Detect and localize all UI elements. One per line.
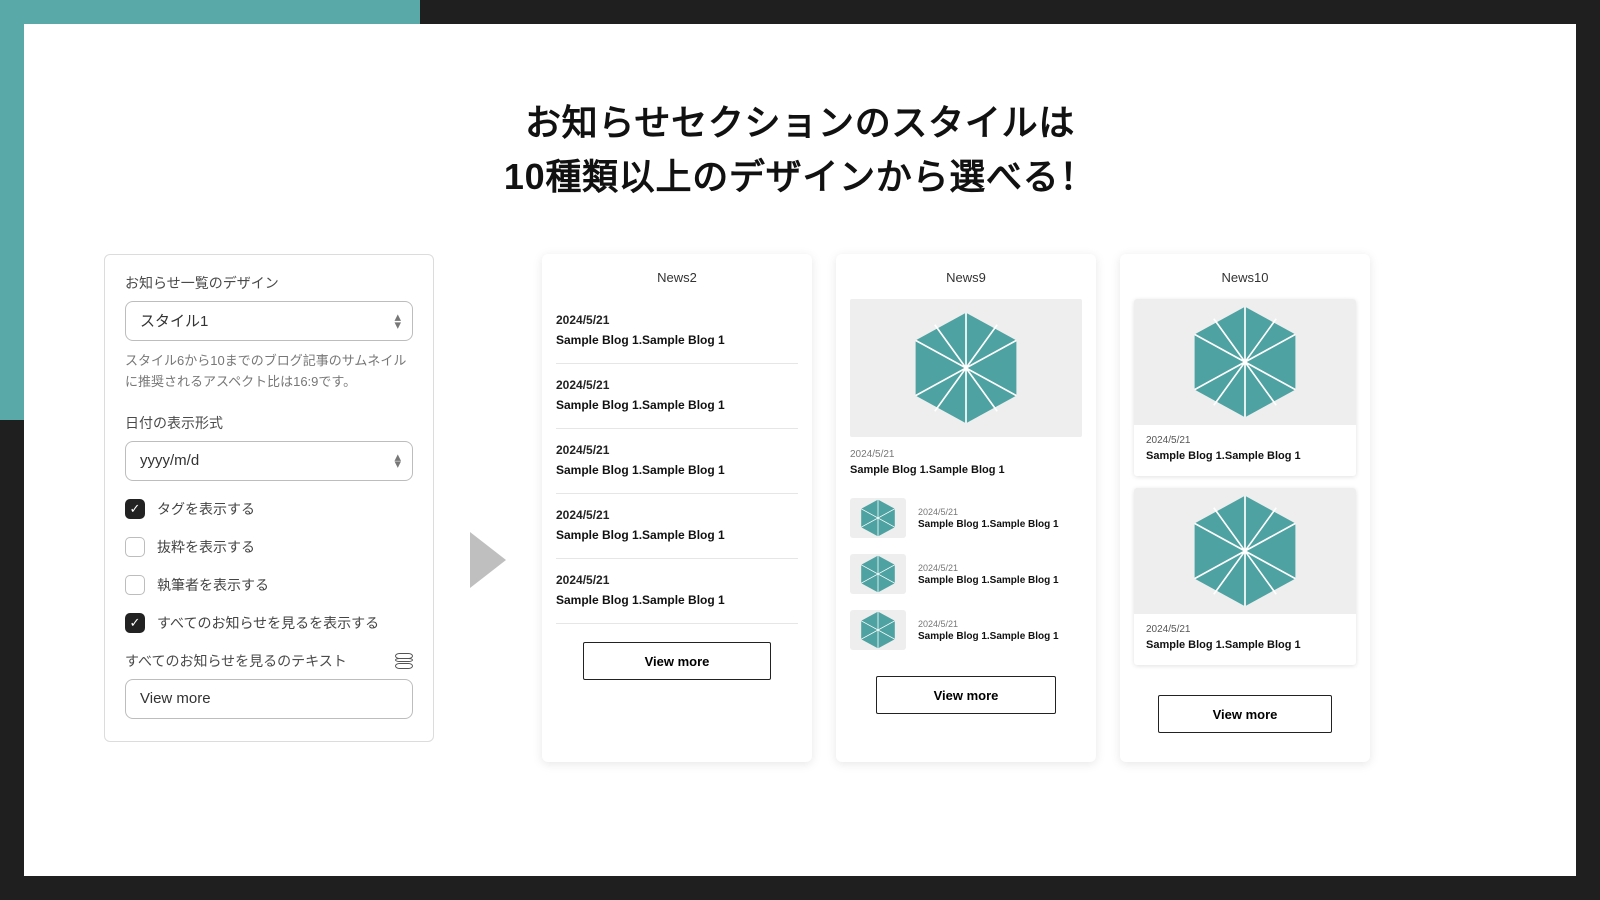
view-more-button[interactable]: View more xyxy=(583,642,772,680)
thumb xyxy=(850,554,906,594)
headline: お知らせセクションのスタイルは 10種類以上のデザインから選べる！ xyxy=(24,24,1576,204)
viewmore-text-label: すべてのお知らせを見るのテキスト xyxy=(125,651,347,671)
preview-news10: News10 2024/5/21 Sample Blog 1.Sample Bl… xyxy=(1120,254,1370,762)
list-item[interactable]: 2024/5/21 Sample Blog 1.Sample Blog 1 xyxy=(1134,299,1356,476)
checkbox-show-tags[interactable]: ✓ xyxy=(125,499,145,519)
checkbox-show-author[interactable] xyxy=(125,575,145,595)
arrow-right-icon xyxy=(470,532,506,588)
checkbox-show-excerpt[interactable] xyxy=(125,537,145,557)
list-item[interactable]: 2024/5/21Sample Blog 1.Sample Blog 1 xyxy=(850,602,1082,658)
preview-news2: News2 2024/5/21 Sample Blog 1.Sample Blo… xyxy=(542,254,812,762)
hexagon-icon xyxy=(858,554,898,594)
preview-title: News9 xyxy=(850,270,1082,285)
date-format-select-input[interactable]: yyyy/m/d xyxy=(125,441,413,481)
settings-panel: お知らせ一覧のデザイン スタイル1 ▴▾ スタイル6から10までのブログ記事のサ… xyxy=(104,254,434,742)
hexagon-icon xyxy=(1185,302,1305,422)
view-more-button[interactable]: View more xyxy=(876,676,1057,714)
thumb xyxy=(850,498,906,538)
view-more-button[interactable]: View more xyxy=(1158,695,1331,733)
card-thumb xyxy=(1134,299,1356,425)
checkbox-show-excerpt-label: 抜粋を表示する xyxy=(157,537,255,557)
design-select-input[interactable]: スタイル1 xyxy=(125,301,413,341)
headline-line1: お知らせセクションのスタイルは xyxy=(24,96,1576,150)
checkbox-show-tags-label: タグを表示する xyxy=(157,499,255,519)
hexagon-icon xyxy=(906,308,1026,428)
design-help: スタイル6から10までのブログ記事のサムネイルに推奨されるアスペクト比は16:9… xyxy=(125,351,413,393)
preview-title: News10 xyxy=(1134,270,1356,285)
updown-icon: ▴▾ xyxy=(394,453,401,469)
checkbox-show-all-link-label: すべてのお知らせを見るを表示する xyxy=(157,613,379,633)
list-item[interactable]: 2024/5/21Sample Blog 1.Sample Blog 1 xyxy=(850,546,1082,602)
list-item[interactable]: 2024/5/21 Sample Blog 1.Sample Blog 1 xyxy=(850,449,1082,490)
date-format-select[interactable]: yyyy/m/d ▴▾ xyxy=(125,441,413,481)
hexagon-icon xyxy=(858,610,898,650)
list-item[interactable]: 2024/5/21 Sample Blog 1.Sample Blog 1 xyxy=(556,299,798,364)
list-item[interactable]: 2024/5/21 Sample Blog 1.Sample Blog 1 xyxy=(556,494,798,559)
design-label: お知らせ一覧のデザイン xyxy=(125,273,413,293)
preview-news9: News9 2024/5/21 Sample Blog 1.Sample Blo… xyxy=(836,254,1096,762)
hexagon-icon xyxy=(858,498,898,538)
updown-icon: ▴▾ xyxy=(394,313,401,329)
checkbox-show-all-link[interactable]: ✓ xyxy=(125,613,145,633)
date-format-label: 日付の表示形式 xyxy=(125,413,413,433)
design-select[interactable]: スタイル1 ▴▾ xyxy=(125,301,413,341)
list-item[interactable]: 2024/5/21 Sample Blog 1.Sample Blog 1 xyxy=(1134,488,1356,665)
page-card: お知らせセクションのスタイルは 10種類以上のデザインから選べる！ お知らせ一覧… xyxy=(24,24,1576,876)
arrow-col xyxy=(458,532,518,588)
list-item[interactable]: 2024/5/21 Sample Blog 1.Sample Blog 1 xyxy=(556,559,798,624)
list-item[interactable]: 2024/5/21 Sample Blog 1.Sample Blog 1 xyxy=(556,429,798,494)
list-item[interactable]: 2024/5/21Sample Blog 1.Sample Blog 1 xyxy=(850,490,1082,546)
thumb xyxy=(850,610,906,650)
hero-thumb[interactable] xyxy=(850,299,1082,437)
checkbox-show-author-label: 執筆者を表示する xyxy=(157,575,269,595)
hexagon-icon xyxy=(1185,491,1305,611)
database-icon xyxy=(395,653,413,669)
list-item[interactable]: 2024/5/21 Sample Blog 1.Sample Blog 1 xyxy=(556,364,798,429)
preview-title: News2 xyxy=(556,270,798,285)
headline-line2: 10種類以上のデザインから選べる！ xyxy=(24,150,1576,204)
viewmore-text-input[interactable] xyxy=(125,679,413,719)
card-thumb xyxy=(1134,488,1356,614)
